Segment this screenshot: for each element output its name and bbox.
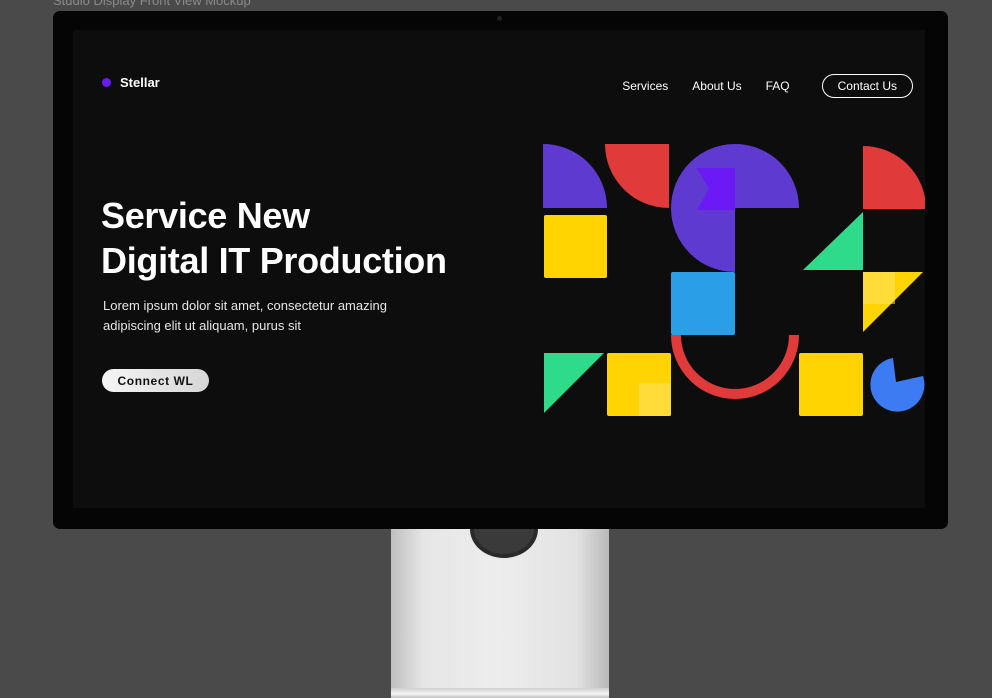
blue-pie-shape (870, 358, 925, 412)
hero-title-line2: Digital IT Production (101, 240, 447, 281)
yellow-highlight-shape (639, 383, 671, 416)
website-screen: Stellar Services About Us FAQ Contact Us… (73, 30, 925, 508)
green-triangle-left-shape (544, 353, 604, 413)
yellow-square-right-shape (799, 353, 863, 416)
nav-link-about-us[interactable]: About Us (692, 79, 741, 93)
green-triangle-right-shape (803, 212, 863, 270)
brand-name: Stellar (120, 75, 160, 90)
nav-link-services[interactable]: Services (622, 79, 668, 93)
red-quarter-right-shape (863, 146, 925, 209)
hero-description-line2: adipiscing elit ut aliquam, purus sit (103, 318, 301, 333)
brand-dot-icon (102, 78, 111, 87)
connect-button[interactable]: Connect WL (102, 369, 209, 392)
geometric-artwork (543, 144, 925, 416)
purple-quarter-shape (543, 144, 607, 208)
hero-description: Lorem ipsum dolor sit amet, consectetur … (103, 296, 433, 336)
blue-square-shape (671, 272, 735, 335)
camera-icon (497, 16, 502, 21)
red-quarter-shape (605, 144, 669, 208)
yellow-square-shape (544, 215, 607, 278)
hero-description-line1: Lorem ipsum dolor sit amet, consectetur … (103, 298, 387, 313)
red-arc-shape (671, 335, 799, 399)
hero-title: Service New Digital IT Production (101, 193, 447, 283)
mockup-caption: Studio Display Front View Mockup (53, 0, 251, 8)
contact-us-button[interactable]: Contact Us (821, 74, 913, 98)
yellow-overlay-shape (863, 272, 895, 304)
nav-link-faq[interactable]: FAQ (766, 79, 790, 93)
hero-title-line1: Service New (101, 195, 310, 236)
brand-logo[interactable]: Stellar (102, 75, 160, 90)
top-nav: Services About Us FAQ Contact Us (622, 74, 913, 98)
